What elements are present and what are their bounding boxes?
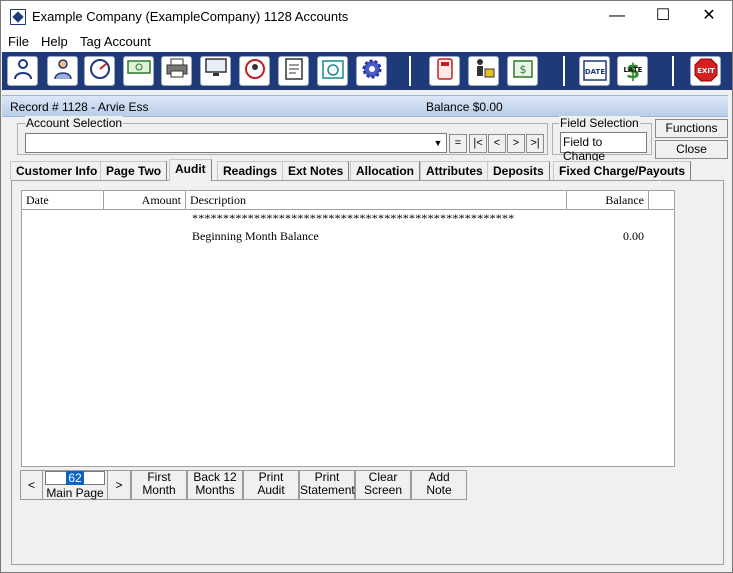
exit-stop-icon[interactable]: EXIT	[690, 56, 721, 86]
nav-first-button[interactable]: |<	[469, 134, 487, 153]
tab-allocation[interactable]: Allocation	[350, 161, 421, 180]
nav-last-button[interactable]: >|	[526, 134, 544, 153]
nav-next-button[interactable]: >	[507, 134, 525, 153]
invoice-icon[interactable]	[278, 56, 309, 86]
tab-deposits[interactable]: Deposits	[487, 161, 550, 180]
badge-person-icon[interactable]	[47, 56, 78, 86]
print-audit-line2: Audit	[257, 483, 285, 497]
grid-header: Date Amount Description Balance	[22, 191, 674, 210]
maximize-button[interactable]: ☐	[640, 1, 686, 32]
add-note-line2: Note	[426, 483, 452, 497]
printer-icon[interactable]	[161, 56, 192, 86]
application-window: Example Company (ExampleCompany) 1128 Ac…	[0, 0, 733, 573]
page-number-input[interactable]: 62	[45, 471, 105, 485]
toolbar-separator	[672, 56, 674, 86]
column-amount[interactable]: Amount	[104, 191, 186, 210]
worker-icon[interactable]	[468, 56, 499, 86]
money-icon[interactable]	[123, 56, 154, 86]
print-audit-button[interactable]: Print Audit	[243, 470, 299, 500]
record-label: Record # 1128 - Arvie Ess	[10, 100, 149, 114]
menu-help[interactable]: Help	[41, 34, 68, 49]
monitor-icon[interactable]	[200, 56, 231, 86]
person-icon[interactable]	[7, 56, 38, 86]
column-date[interactable]: Date	[22, 191, 104, 210]
late-icon-label: LATE	[623, 66, 642, 74]
calendar-clock-icon[interactable]	[317, 56, 348, 86]
window-title: Example Company (ExampleCompany) 1128 Ac…	[32, 9, 349, 24]
title-bar: Example Company (ExampleCompany) 1128 Ac…	[1, 1, 732, 32]
print-statement-line2: Statement	[300, 483, 355, 497]
account-select-dropdown[interactable]: ▼	[25, 133, 447, 153]
close-button[interactable]: Close	[655, 140, 728, 159]
nav-prev-button[interactable]: <	[488, 134, 506, 153]
grid-cell-balance: 0.00	[623, 229, 644, 243]
field-selection-legend: Field Selection	[559, 116, 640, 130]
tab-readings[interactable]: Readings	[217, 161, 284, 180]
balance-label: Balance $0.00	[426, 100, 503, 114]
column-balance[interactable]: Balance	[567, 191, 649, 210]
grid-cell-description: ****************************************…	[192, 211, 515, 225]
nav-equals-button[interactable]: =	[449, 134, 467, 153]
map-pin-icon[interactable]	[239, 56, 270, 86]
column-description[interactable]: Description	[186, 191, 567, 210]
account-selection-legend: Account Selection	[25, 116, 124, 130]
svg-text:$: $	[519, 63, 526, 76]
audit-grid[interactable]: Date Amount Description Balance ********…	[21, 190, 675, 467]
back-12-months-line2: Months	[195, 483, 235, 497]
record-bar: Record # 1128 - Arvie Ess Balance $0.00	[2, 95, 728, 117]
back-12-months-button[interactable]: Back 12 Months	[187, 470, 243, 500]
toolbar-separator	[409, 56, 411, 86]
toolbar-separator	[563, 56, 565, 86]
tab-customer-info[interactable]: Customer Info	[10, 161, 104, 180]
first-month-button[interactable]: First Month	[131, 470, 187, 500]
date-icon-label: DATE	[584, 68, 604, 76]
close-window-button[interactable]: ✕	[686, 1, 732, 32]
tab-page-two[interactable]: Page Two	[100, 161, 168, 180]
add-note-button[interactable]: Add Note	[411, 470, 467, 500]
first-month-line2: Month	[142, 483, 176, 497]
page-number-value: 62	[66, 471, 84, 485]
menu-file[interactable]: File	[8, 34, 29, 49]
page-prev-button[interactable]: <	[20, 470, 43, 500]
date-calendar-icon[interactable]: DATE	[579, 56, 610, 86]
gauge-icon[interactable]	[84, 56, 115, 86]
clear-screen-button[interactable]: Clear Screen	[355, 470, 411, 500]
calculator-icon[interactable]	[429, 56, 460, 86]
toolbar: $ DATE $ LATE EXIT	[2, 52, 732, 90]
gear-icon[interactable]	[356, 56, 387, 86]
minimize-button[interactable]: —	[594, 1, 640, 32]
print-statement-button[interactable]: Print Statement	[299, 470, 355, 500]
field-to-change-input[interactable]: Field to Change	[560, 132, 647, 163]
menu-tag-account[interactable]: Tag Account	[80, 34, 151, 49]
tab-ext-notes[interactable]: Ext Notes	[282, 161, 350, 180]
tab-audit[interactable]: Audit	[169, 159, 212, 181]
tab-fixed-charge-payouts[interactable]: Fixed Charge/Payouts	[553, 161, 692, 180]
tab-attributes[interactable]: Attributes	[420, 161, 489, 180]
menu-bar: File Help Tag Account	[1, 32, 732, 52]
app-logo-icon	[10, 9, 26, 25]
grid-cell-description: Beginning Month Balance	[192, 229, 319, 243]
page-next-button[interactable]: >	[107, 470, 131, 500]
clear-screen-line2: Screen	[363, 483, 403, 497]
chevron-down-icon[interactable]: ▼	[430, 134, 446, 152]
exit-icon-label: EXIT	[697, 67, 715, 75]
page-label: Main Page	[46, 486, 104, 500]
functions-button[interactable]: Functions	[655, 119, 728, 138]
dollar-register-icon[interactable]: $	[507, 56, 538, 86]
late-dollar-icon[interactable]: $ LATE	[617, 56, 648, 86]
